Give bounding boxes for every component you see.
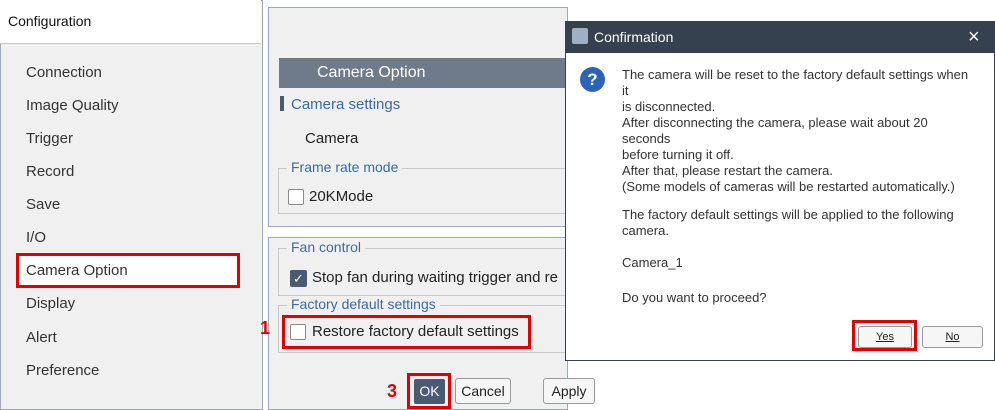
camera-settings-label: Camera settings <box>291 96 401 113</box>
section-marker <box>280 96 284 111</box>
restore-factory-checkbox[interactable] <box>290 324 306 340</box>
step-3-marker: 3 <box>387 381 398 401</box>
nav-item-image-quality[interactable]: Image Quality <box>26 97 236 121</box>
dialog-message-1: The camera will be reset to the factory … <box>622 67 969 114</box>
close-icon[interactable]: × <box>968 26 980 49</box>
cancel-button[interactable]: Cancel <box>455 378 511 404</box>
no-button[interactable]: No <box>922 326 983 348</box>
camera-label: Camera <box>305 130 359 147</box>
apply-button[interactable]: Apply <box>543 378 595 404</box>
nav-item-record[interactable]: Record <box>26 163 236 187</box>
nav-item-save[interactable]: Save <box>26 196 236 220</box>
nav-item-alert[interactable]: Alert <box>26 329 236 353</box>
camera-option-header: Camera Option <box>279 58 569 88</box>
nav-item-trigger[interactable]: Trigger <box>26 130 236 154</box>
nav-item-preference[interactable]: Preference <box>26 362 236 386</box>
stop-fan-label: Stop fan during waiting trigger and re <box>312 269 558 286</box>
20k-mode-label: 20KMode <box>309 188 374 205</box>
app-icon <box>572 28 588 44</box>
dialog-camera-name: Camera_1 <box>622 255 683 270</box>
nav-item-camera-option[interactable]: Camera Option <box>26 262 236 286</box>
frame-rate-legend: Frame rate mode <box>287 159 403 175</box>
dialog-question: Do you want to proceed? <box>622 290 767 305</box>
ok-button[interactable]: OK <box>414 379 445 404</box>
step-1-marker: 1 <box>260 318 271 338</box>
dialog-title: Confirmation <box>594 29 674 45</box>
question-icon: ? <box>580 67 605 92</box>
nav-item-display[interactable]: Display <box>26 295 236 319</box>
dialog-message-2: After disconnecting the camera, please w… <box>622 115 955 194</box>
stop-fan-checkbox[interactable]: ✓ <box>290 270 307 287</box>
restore-factory-label: Restore factory default settings <box>312 323 519 340</box>
factory-default-legend: Factory default settings <box>287 296 440 312</box>
configuration-title: Configuration <box>0 0 261 44</box>
fan-control-legend: Fan control <box>287 239 366 255</box>
nav-item-connection[interactable]: Connection <box>26 64 236 88</box>
nav-item-io[interactable]: I/O <box>26 229 236 253</box>
20k-mode-checkbox[interactable] <box>288 189 304 205</box>
dialog-message-3: The factory default settings will be app… <box>622 207 954 238</box>
yes-button[interactable]: Yes <box>858 326 912 348</box>
